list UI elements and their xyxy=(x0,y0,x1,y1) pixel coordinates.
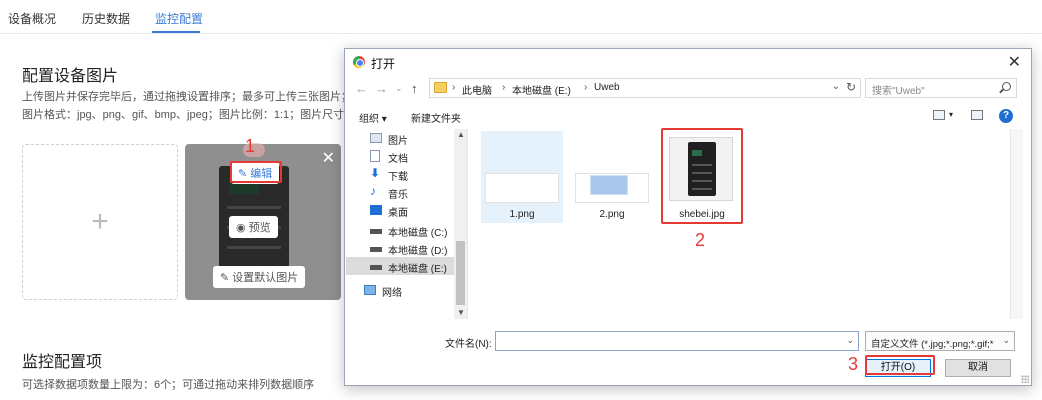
nav-label: 网络 xyxy=(382,288,402,299)
preview-label: 预览 xyxy=(248,222,271,234)
drive-icon xyxy=(370,229,382,234)
chrome-icon xyxy=(353,56,365,68)
plus-icon: + xyxy=(91,205,109,238)
help-icon[interactable]: ? xyxy=(999,109,1013,123)
download-icon: ⬇ xyxy=(370,166,381,180)
tab-history[interactable]: 历史数据 xyxy=(82,10,130,27)
view-dropdown-icon[interactable]: ▾ xyxy=(949,110,953,119)
set-default-image-button[interactable]: ✎ 设置默认图片 xyxy=(213,266,306,288)
nav-item-downloads[interactable]: ⬇ 下载 xyxy=(346,165,454,183)
nav-item-drive-c[interactable]: 本地磁盘 (C:) xyxy=(346,221,454,239)
music-icon: ♪ xyxy=(370,184,376,198)
breadcrumb-this-pc[interactable]: 此电脑 xyxy=(462,82,492,97)
monitor-config-title: 监控配置项 xyxy=(22,354,103,371)
nav-item-documents[interactable]: 文档 xyxy=(346,147,454,165)
preview-pane-icon[interactable] xyxy=(971,110,983,120)
filename-input[interactable]: ⌄ xyxy=(495,331,859,351)
nav-item-network[interactable]: 网络 xyxy=(346,281,454,299)
new-folder-button[interactable]: 新建文件夹 xyxy=(411,110,461,125)
back-arrow-icon[interactable]: ← xyxy=(355,81,368,96)
config-image-title: 配置设备图片 xyxy=(22,68,119,85)
step-3-number: 3 xyxy=(848,354,859,374)
file-type-filter[interactable]: 自定义文件 (*.jpg;*.png;*.gif;* ⌄ xyxy=(865,331,1015,351)
breadcrumb-drive-e[interactable]: 本地磁盘 (E:) xyxy=(512,82,571,97)
step-1-highlight xyxy=(230,161,282,183)
nav-label: 音乐 xyxy=(388,190,408,201)
nav-label: 本地磁盘 (E:) xyxy=(388,264,447,275)
file-thumbnail xyxy=(575,173,649,203)
nav-label: 文档 xyxy=(388,154,408,165)
close-icon[interactable]: ✕ xyxy=(322,148,335,168)
nav-item-pictures[interactable]: 图片 xyxy=(346,129,454,147)
step-2-number: 2 xyxy=(695,230,706,250)
upload-image-box[interactable]: + xyxy=(22,144,178,300)
scroll-up-icon[interactable]: ▲ xyxy=(457,130,465,139)
search-placeholder: 搜索"Uweb" xyxy=(872,86,925,97)
file-thumbnail xyxy=(485,173,559,203)
scroll-down-icon[interactable]: ▼ xyxy=(457,308,465,317)
folder-icon xyxy=(434,82,447,93)
step-1-number: 1 xyxy=(245,136,256,156)
file-name: 2.png xyxy=(599,209,625,220)
file-scrollbar[interactable] xyxy=(1010,129,1023,319)
nav-scrollbar[interactable]: ▲ ▼ xyxy=(454,129,467,319)
navigation-pane: 图片 文档 ⬇ 下载 ♪ 音乐 桌面 本地磁盘 (C:) 本地磁盘 (D:) 本… xyxy=(346,129,468,319)
chevron-down-icon[interactable]: ⌄ xyxy=(832,81,840,92)
address-row: ← → ⌄ ↑ › 此电脑 › 本地磁盘 (E:) › Uweb ⌄ ↻ 搜索"… xyxy=(345,77,1031,103)
preview-image-button[interactable]: ◉ 预览 xyxy=(229,216,278,238)
nav-item-drive-d[interactable]: 本地磁盘 (D:) xyxy=(346,239,454,257)
tab-bar: 设备概况 历史数据 监控配置 xyxy=(0,0,1042,34)
drive-icon xyxy=(370,247,382,252)
pictures-icon xyxy=(370,133,382,143)
drive-icon xyxy=(370,265,382,270)
nav-label: 图片 xyxy=(388,136,408,147)
nav-item-music[interactable]: ♪ 音乐 xyxy=(346,183,454,201)
documents-icon xyxy=(370,150,380,162)
eye-icon: ◉ xyxy=(236,221,246,234)
up-arrow-icon[interactable]: ↑ xyxy=(411,81,418,96)
tab-overview[interactable]: 设备概况 xyxy=(8,10,56,27)
dialog-toolbar: 组织 ▾ 新建文件夹 ▾ ? xyxy=(345,105,1031,129)
organize-menu[interactable]: 组织 ▾ xyxy=(359,110,387,125)
dialog-title: 打开 xyxy=(371,57,396,71)
close-icon[interactable]: ✕ xyxy=(1008,52,1021,72)
nav-label: 下载 xyxy=(388,172,408,183)
monitor-config-desc: 可选择数据项数量上限为：6个；可通过拖动来排列数据顺序 xyxy=(22,379,315,391)
network-icon xyxy=(364,285,376,295)
recent-dropdown-icon[interactable]: ⌄ xyxy=(395,83,403,94)
file-item-2-png[interactable]: 2.png xyxy=(571,131,653,223)
filename-label: 文件名(N): xyxy=(445,339,492,350)
search-icon xyxy=(1002,82,1011,91)
chevron-down-icon: ⌄ xyxy=(1002,335,1010,345)
desktop-icon xyxy=(370,205,382,215)
nav-label: 本地磁盘 (D:) xyxy=(388,246,448,257)
view-options-icon[interactable] xyxy=(933,110,945,120)
tab-monitor-config[interactable]: 监控配置 xyxy=(155,10,203,27)
breadcrumb-uweb[interactable]: Uweb xyxy=(594,82,620,93)
search-input[interactable]: 搜索"Uweb" xyxy=(865,78,1017,98)
config-image-desc-1: 上传图片并保存完毕后，通过拖拽设置排序；最多可上传三张图片； xyxy=(22,91,352,103)
config-image-desc-2: 图片格式：jpg、png、gif、bmp、jpeg；图片比例：1:1；图片尺寸 xyxy=(22,109,345,121)
step-3-highlight xyxy=(865,355,935,375)
active-tab-indicator xyxy=(152,31,200,33)
step-2-highlight xyxy=(661,128,743,224)
set-default-label: 设置默认图片 xyxy=(232,272,299,284)
refresh-icon[interactable]: ↻ xyxy=(846,80,856,94)
nav-item-drive-e[interactable]: 本地磁盘 (E:) xyxy=(346,257,454,275)
dialog-titlebar[interactable]: 打开 ✕ xyxy=(345,49,1031,75)
file-list: 1.png 2.png shebei.jpg xyxy=(469,129,1023,319)
file-name: 1.png xyxy=(509,209,535,220)
chevron-down-icon[interactable]: ⌄ xyxy=(846,335,854,346)
cancel-button[interactable]: 取消 xyxy=(945,359,1011,377)
file-type-filter-value: 自定义文件 (*.jpg;*.png;*.gif;* xyxy=(871,339,994,350)
address-bar[interactable]: › 此电脑 › 本地磁盘 (E:) › Uweb ⌄ ↻ xyxy=(429,78,861,98)
resize-grip[interactable] xyxy=(1021,375,1029,383)
nav-label: 本地磁盘 (C:) xyxy=(388,228,448,239)
nav-label: 桌面 xyxy=(388,208,408,219)
pencil-icon: ✎ xyxy=(220,271,230,284)
nav-scroll-thumb[interactable] xyxy=(456,241,465,305)
nav-item-desktop[interactable]: 桌面 xyxy=(346,201,454,219)
file-item-1-png[interactable]: 1.png xyxy=(481,131,563,223)
forward-arrow-icon[interactable]: → xyxy=(375,81,388,96)
